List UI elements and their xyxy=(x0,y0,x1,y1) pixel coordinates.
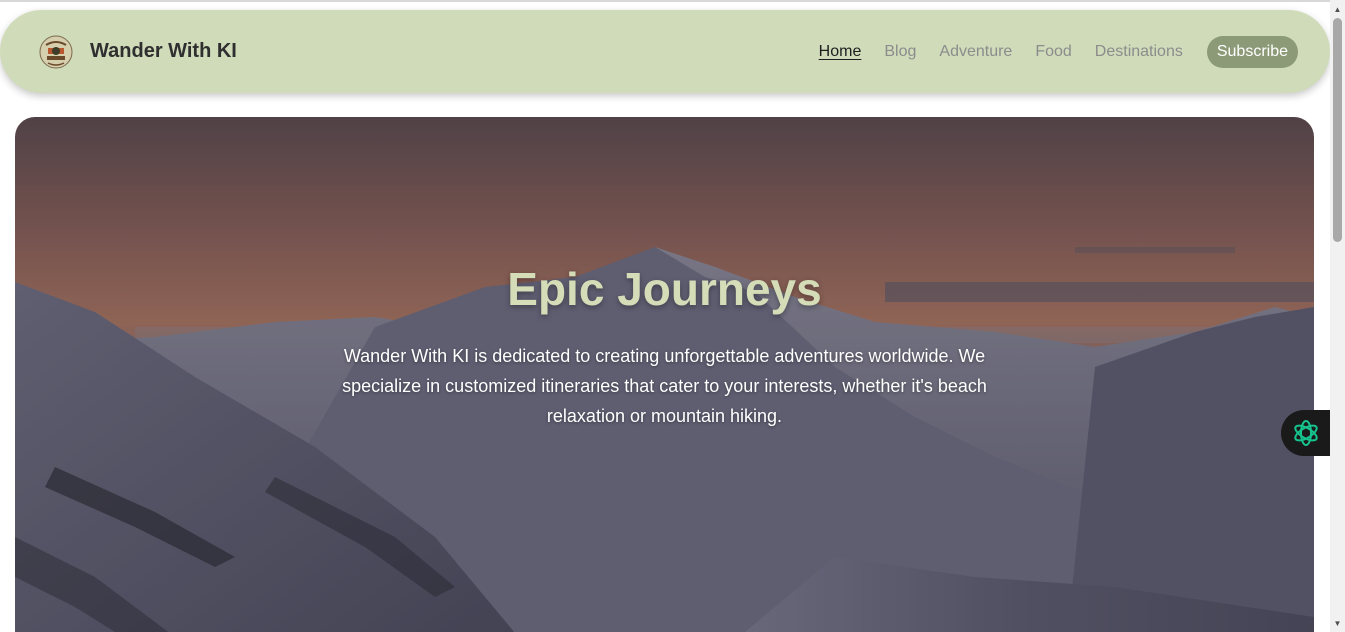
wander-logo-icon[interactable] xyxy=(38,34,74,70)
openai-knot-icon xyxy=(1293,420,1318,446)
nav-link-home[interactable]: Home xyxy=(819,43,862,61)
subscribe-button[interactable]: Subscribe xyxy=(1206,35,1298,68)
nav-link-food[interactable]: Food xyxy=(1035,43,1071,61)
brand[interactable]: Wander With KI xyxy=(38,34,237,70)
page: Wander With KI Home Blog Adventure Food … xyxy=(0,0,1345,632)
assistant-button[interactable] xyxy=(1281,410,1330,456)
scroll-thumb[interactable] xyxy=(1333,18,1342,242)
nav-links: Home Blog Adventure Food Destinations Su… xyxy=(796,35,1298,68)
nav-link-adventure[interactable]: Adventure xyxy=(939,43,1012,61)
scroll-up-arrow-icon[interactable]: ▲ xyxy=(1330,2,1345,16)
nav-link-blog[interactable]: Blog xyxy=(884,43,916,61)
brand-name[interactable]: Wander With KI xyxy=(90,40,237,63)
top-border xyxy=(0,0,1330,2)
scroll-down-arrow-icon[interactable]: ▼ xyxy=(1330,616,1345,630)
nav-link-destinations[interactable]: Destinations xyxy=(1095,43,1183,61)
scrollbar[interactable]: ▲ ▼ xyxy=(1330,0,1345,632)
navbar: Wander With KI Home Blog Adventure Food … xyxy=(0,10,1330,93)
hero-section: Epic Journeys Wander With KI is dedicate… xyxy=(15,117,1314,632)
hero-title: Epic Journeys xyxy=(507,263,822,315)
hero-description: Wander With KI is dedicated to creating … xyxy=(342,346,987,426)
